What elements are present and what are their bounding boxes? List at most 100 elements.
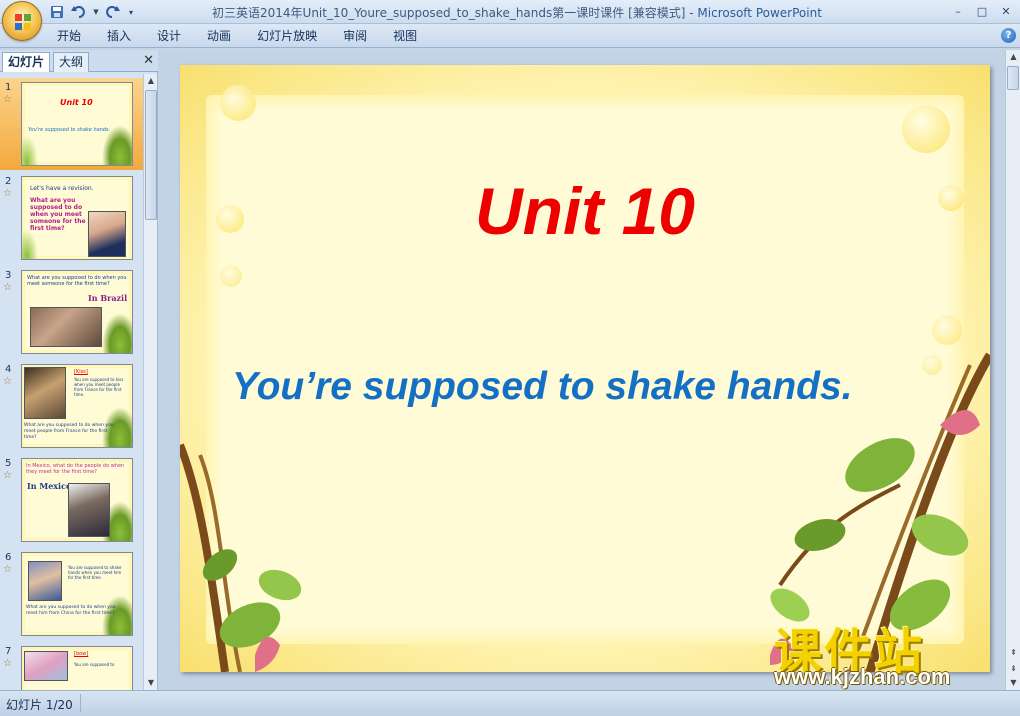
scroll-up-icon[interactable]: ▲	[144, 74, 158, 88]
quick-access-toolbar: ▼ ▾	[48, 3, 136, 21]
tab-insert[interactable]: 插入	[94, 28, 144, 44]
slide-thumbnail-4[interactable]: 4 ☆ [Kiss] You are supposed to kiss when…	[0, 360, 143, 452]
tab-slides[interactable]: 幻灯片	[2, 52, 51, 72]
thumbnail-number: 2	[5, 176, 12, 187]
animation-star-icon: ☆	[3, 470, 12, 481]
thumbnail-text: What are you supposed to do when you mee…	[27, 275, 127, 287]
status-divider	[80, 694, 81, 712]
title-separator: -	[685, 6, 698, 20]
close-button[interactable]: ✕	[994, 1, 1018, 21]
document-title: 初三英语2014年Unit_10_Youre_supposed_to_shake…	[212, 6, 686, 20]
thumbnail-photo	[24, 367, 66, 419]
redo-icon[interactable]	[104, 4, 122, 21]
slide-thumbnail-2[interactable]: 2 ☆ Let's have a revision. What are you …	[0, 172, 143, 264]
thumbnail-list: 1 ☆ Unit 10 You're supposed to shake han…	[0, 74, 143, 690]
animation-star-icon: ☆	[3, 376, 12, 387]
tab-view[interactable]: 视图	[380, 28, 430, 44]
thumbnail-photo	[68, 483, 110, 537]
tab-outline[interactable]: 大纲	[53, 52, 90, 72]
thumbnail-tag: [bow]	[74, 651, 89, 657]
animation-star-icon: ☆	[3, 282, 12, 293]
thumbnail-scrollbar[interactable]: ▲ ▼	[143, 74, 157, 690]
thumbnail-photo	[28, 561, 62, 601]
status-bar: 幻灯片 1/20	[0, 690, 1020, 716]
pane-close-icon[interactable]: ✕	[143, 53, 154, 68]
editor-scrollbar[interactable]: ▲ ⇞ ⇟ ▼	[1005, 50, 1020, 690]
animation-star-icon: ☆	[3, 188, 12, 199]
thumbnail-preview: What are you supposed to do when you mee…	[21, 270, 133, 354]
scrollbar-thumb[interactable]	[1007, 66, 1019, 90]
customize-toolbar-icon[interactable]: ▾	[126, 4, 136, 21]
tab-design[interactable]: 设计	[144, 28, 194, 44]
slide-thumbnail-3[interactable]: 3 ☆ What are you supposed to do when you…	[0, 266, 143, 358]
office-button[interactable]	[2, 1, 42, 41]
slide-editor: Unit 10 You’re supposed to shake hands.	[159, 50, 1005, 690]
thumbnail-photo	[24, 651, 68, 681]
help-icon[interactable]: ?	[1001, 28, 1016, 43]
thumbnail-number: 4	[5, 364, 12, 375]
watermark-logo: 课件站 www.kjzhan.com	[768, 612, 1000, 690]
animation-star-icon: ☆	[3, 564, 12, 575]
thumbnail-text: You are supposed to	[74, 662, 115, 667]
thumbnail-number: 6	[5, 552, 12, 563]
thumbnail-preview: In Mexico, what do the people do when th…	[21, 458, 133, 542]
thumbnail-photo	[30, 307, 102, 347]
scroll-down-icon[interactable]: ▼	[144, 676, 158, 690]
previous-slide-icon[interactable]: ⇞	[1006, 646, 1020, 660]
minimize-button[interactable]: –	[946, 1, 970, 21]
ribbon-tabs: 开始 插入 设计 动画 幻灯片放映 审阅 视图 ?	[0, 24, 1020, 48]
app-name: Microsoft PowerPoint	[697, 6, 822, 20]
pane-tabs: 幻灯片 大纲 ✕	[0, 50, 158, 72]
title-bar: ▼ ▾ 初三英语2014年Unit_10_Youre_supposed_to_s…	[0, 0, 1020, 41]
scroll-up-icon[interactable]: ▲	[1006, 50, 1020, 64]
thumbnail-preview: [bow] You are supposed to	[21, 646, 133, 690]
scroll-down-icon[interactable]: ▼	[1006, 676, 1020, 690]
maximize-button[interactable]: □	[970, 1, 994, 21]
thumbnail-text: Let's have a revision.	[30, 185, 94, 192]
thumbnail-preview: [Kiss] You are supposed to kiss when you…	[21, 364, 133, 448]
thumbnail-text: You are supposed to kiss when you meet p…	[74, 377, 124, 397]
thumbnail-photo	[88, 211, 126, 257]
slides-pane: 幻灯片 大纲 ✕ 1 ☆ Unit 10 You're supposed to …	[0, 50, 158, 690]
slide-thumbnail-6[interactable]: 6 ☆ You are supposed to shake hands when…	[0, 548, 143, 640]
tab-review[interactable]: 审阅	[330, 28, 380, 44]
thumbnail-preview: You are supposed to shake hands when you…	[21, 552, 133, 636]
tab-animations[interactable]: 动画	[194, 28, 244, 44]
window-controls: – □ ✕	[946, 1, 1018, 21]
watermark-url: www.kjzhan.com	[774, 664, 951, 689]
thumbnail-number: 7	[5, 646, 12, 657]
tab-home[interactable]: 开始	[44, 28, 94, 44]
thumbnail-caption: In Brazil	[88, 293, 128, 303]
thumbnail-number: 3	[5, 270, 12, 281]
save-icon[interactable]	[48, 4, 66, 21]
thumbnail-question: What are you supposed to do when you mee…	[24, 423, 114, 440]
thumbnail-tag: [Kiss]	[74, 369, 88, 375]
slide-thumbnail-5[interactable]: 5 ☆ In Mexico, what do the people do whe…	[0, 454, 143, 546]
thumbnail-preview: Unit 10 You're supposed to shake hands.	[21, 82, 133, 166]
office-logo-icon	[15, 14, 31, 30]
thumbnail-text: What are you supposed to do when you mee…	[30, 197, 86, 232]
thumbnail-text: You are supposed to shake hands when you…	[68, 565, 122, 580]
animation-star-icon: ☆	[3, 94, 12, 105]
thumbnail-question: What are you supposed to do when you mee…	[26, 605, 116, 616]
tab-slideshow[interactable]: 幻灯片放映	[244, 28, 330, 44]
undo-icon[interactable]	[70, 4, 88, 21]
current-slide[interactable]: Unit 10 You’re supposed to shake hands.	[180, 65, 990, 672]
thumbnail-preview: Let's have a revision. What are you supp…	[21, 176, 133, 260]
thumbnail-title: Unit 10	[60, 98, 93, 107]
thumbnail-text: In Mexico, what do the people do when th…	[26, 463, 125, 475]
slide-indicator: 幻灯片 1/20	[6, 698, 73, 712]
thumbnail-text: You're supposed to shake hands.	[28, 127, 111, 133]
slide-thumbnail-7[interactable]: 7 ☆ [bow] You are supposed to	[0, 642, 143, 690]
window-title: 初三英语2014年Unit_10_Youre_supposed_to_shake…	[212, 4, 822, 21]
thumbnail-number: 5	[5, 458, 12, 469]
slide-thumbnail-1[interactable]: 1 ☆ Unit 10 You're supposed to shake han…	[0, 78, 143, 170]
scrollbar-thumb[interactable]	[145, 90, 157, 220]
animation-star-icon: ☆	[3, 658, 12, 669]
next-slide-icon[interactable]: ⇟	[1006, 662, 1020, 676]
undo-dropdown-icon[interactable]: ▼	[92, 4, 100, 21]
thumbnail-caption: In Mexico	[27, 481, 72, 491]
thumbnail-number: 1	[5, 82, 12, 93]
slide-subtitle[interactable]: You’re supposed to shake hands.	[232, 365, 853, 409]
slide-title[interactable]: Unit 10	[180, 173, 990, 249]
